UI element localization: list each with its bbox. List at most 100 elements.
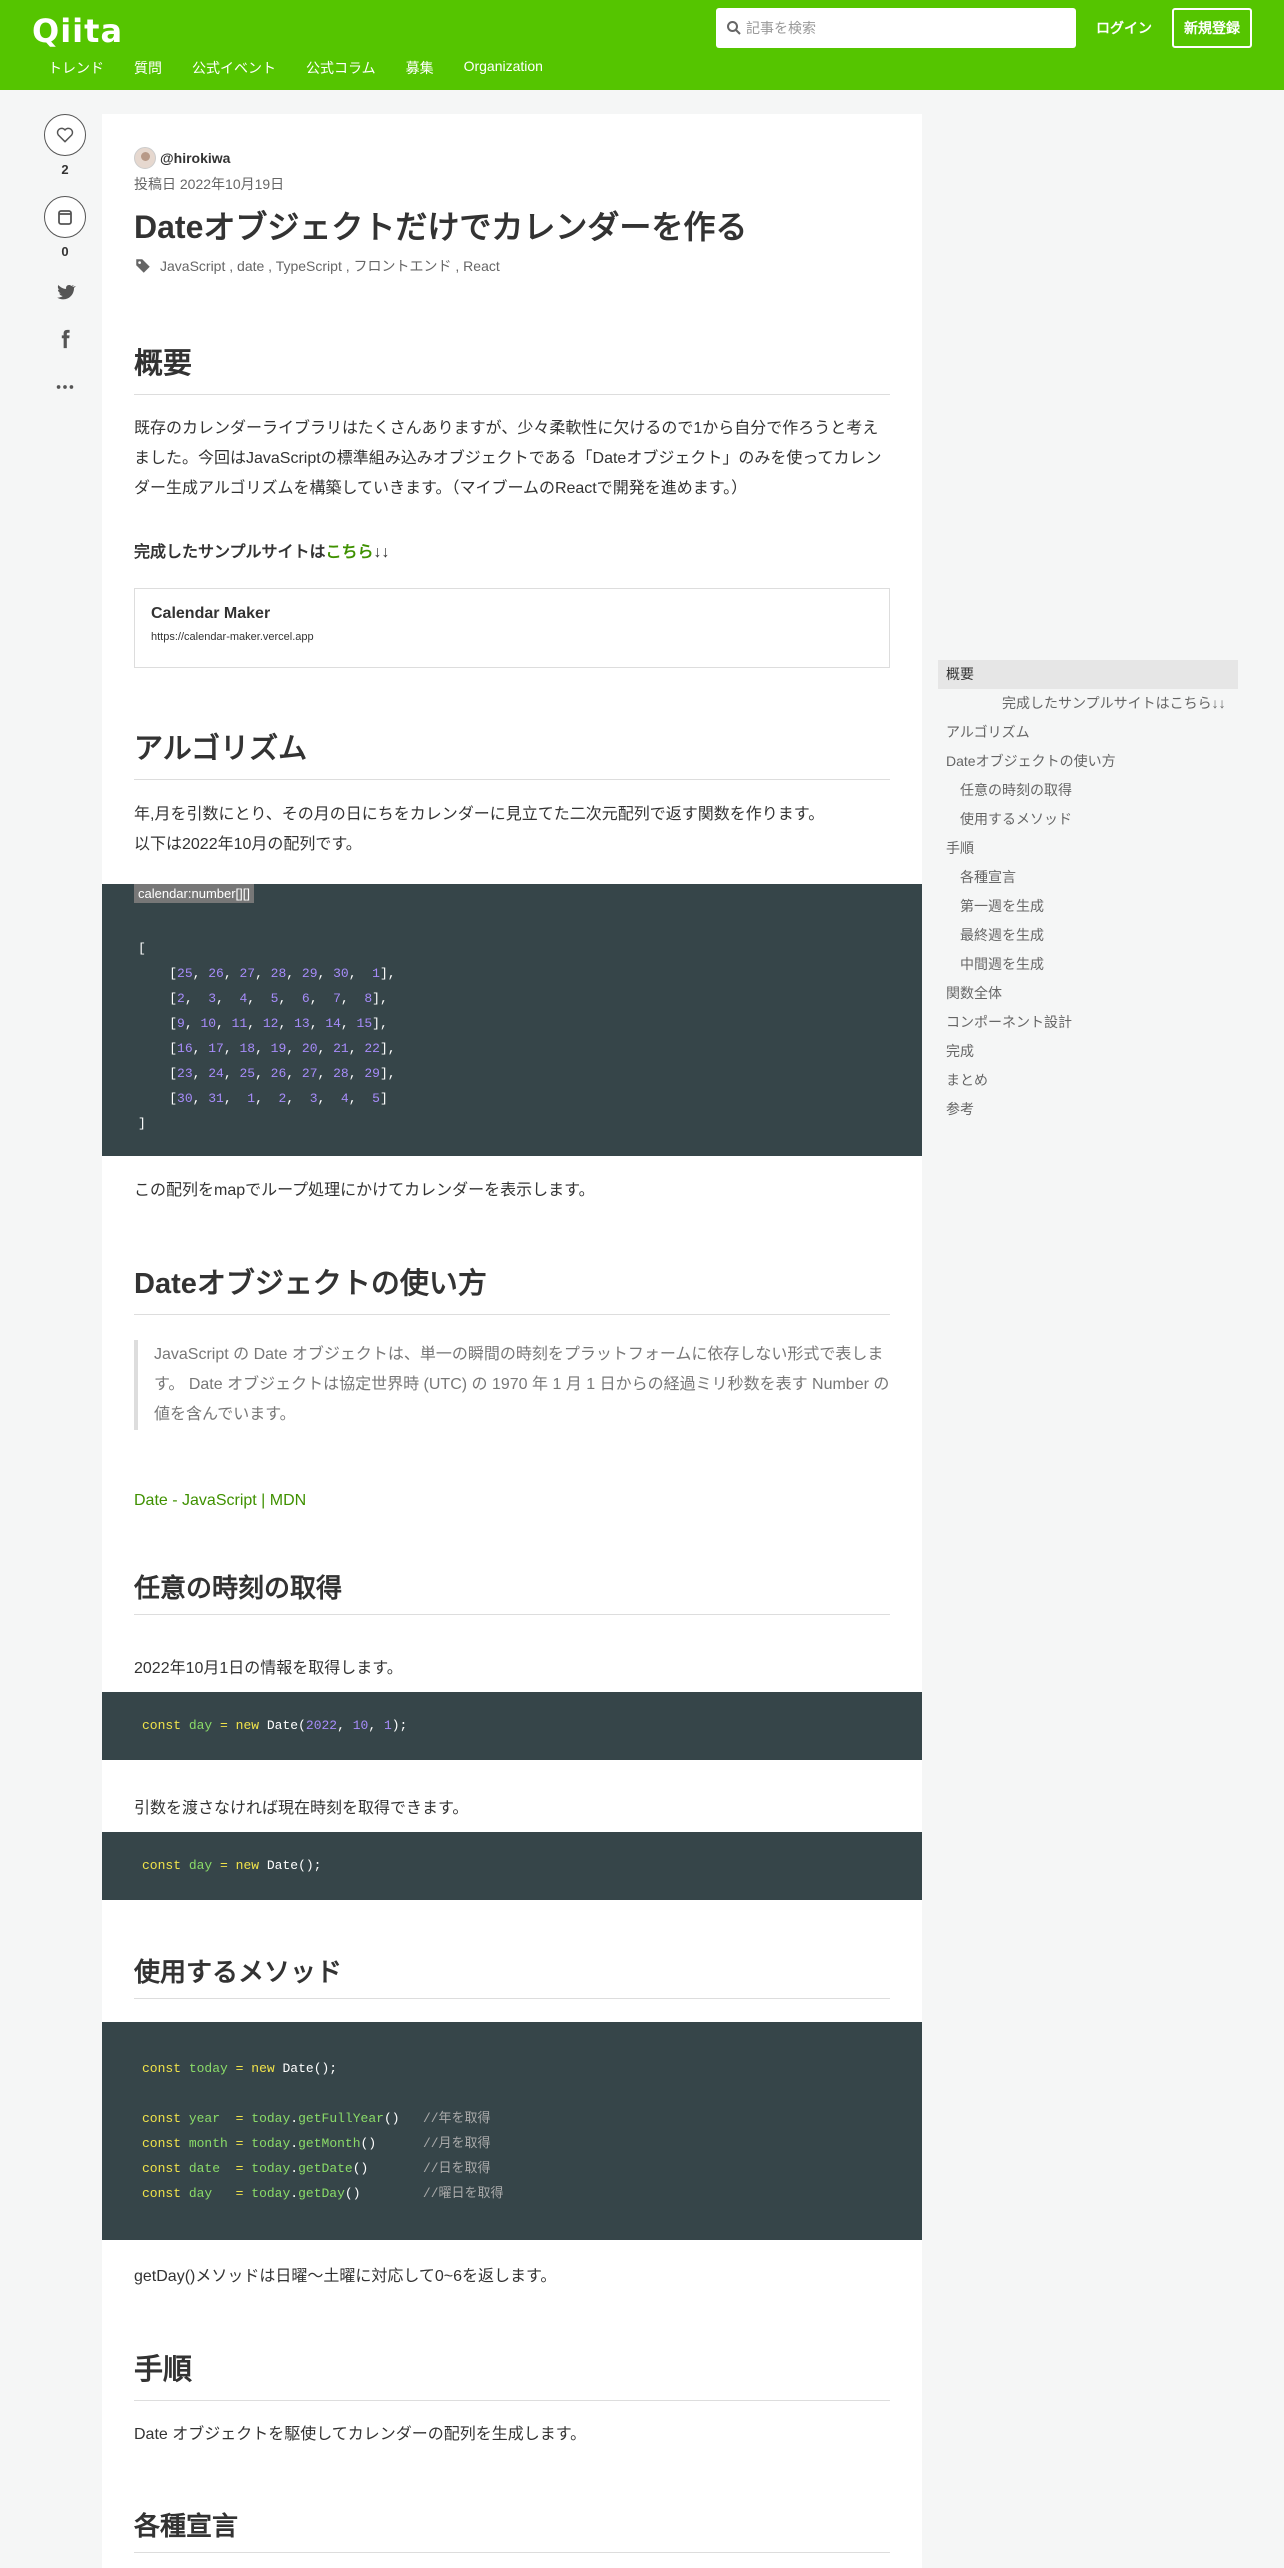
calendar-day-value: 25 bbox=[239, 1066, 256, 1081]
toc-item[interactable]: 使用するメソッド bbox=[938, 805, 1238, 834]
code-line: const month = today.getMonth() //月を取得 bbox=[142, 2136, 491, 2151]
sample-prefix: 完成したサンプルサイトは bbox=[134, 544, 326, 561]
calendar-day-value: 13 bbox=[294, 1016, 310, 1031]
tags-text[interactable]: JavaScript , date , TypeScript , フロントエンド… bbox=[160, 256, 500, 276]
like-button[interactable] bbox=[44, 114, 86, 156]
calendar-day-value: 21 bbox=[333, 1041, 349, 1056]
calendar-day-value: 4 bbox=[340, 1091, 349, 1106]
calendar-day-value: 27 bbox=[301, 1066, 318, 1081]
calendar-day-value: 24 bbox=[208, 1066, 224, 1081]
calendar-row: [16, 17, 18, 19, 20, 21, 22], bbox=[138, 1041, 396, 1056]
calendar-day-value: 19 bbox=[270, 1041, 287, 1056]
toc-item[interactable]: 中間週を生成 bbox=[938, 950, 1238, 979]
toc-item[interactable]: 完成 bbox=[938, 1037, 1238, 1066]
code-line: const date = today.getDate() //日を取得 bbox=[142, 2161, 491, 2176]
code-line: ] bbox=[138, 1116, 146, 1131]
heading-overview: 概要 bbox=[134, 344, 890, 395]
heart-icon bbox=[56, 127, 74, 143]
toc-item[interactable]: 参考 bbox=[938, 1095, 1238, 1124]
toc-item[interactable]: 最終週を生成 bbox=[938, 921, 1238, 950]
heading-anytime: 任意の時刻の取得 bbox=[134, 1570, 890, 1615]
calendar-day-value: 25 bbox=[177, 966, 193, 981]
mdn-link[interactable]: Date - JavaScript | MDN bbox=[134, 1492, 306, 1509]
comment-month: //月を取得 bbox=[422, 2136, 491, 2151]
nav-trend[interactable]: トレンド bbox=[48, 58, 104, 78]
toc-item[interactable]: 第一週を生成 bbox=[938, 892, 1238, 921]
card-url: https://calendar-maker.vercel.app bbox=[151, 631, 314, 643]
calendar-day-value: 28 bbox=[270, 966, 287, 981]
nav-questions[interactable]: 質問 bbox=[134, 58, 162, 78]
calendar-day-value: 23 bbox=[177, 1066, 193, 1081]
calendar-day-value: 9 bbox=[177, 1016, 185, 1031]
author-name[interactable]: @hirokiwa bbox=[160, 150, 230, 166]
card-title: Calendar Maker bbox=[151, 605, 271, 622]
link-card[interactable]: Calendar Maker https://calendar-maker.ve… bbox=[134, 588, 890, 668]
code-filename: calendar:number[][] bbox=[134, 884, 255, 903]
nav-official-events[interactable]: 公式イベント bbox=[192, 58, 276, 78]
getday-paragraph: getDay()メソッドは日曜〜土曜に対応して0~6を返します。 bbox=[134, 2268, 557, 2285]
calendar-day-value: 26 bbox=[270, 1066, 287, 1081]
calendar-day-value: 11 bbox=[231, 1016, 248, 1031]
comment-year: //年を取得 bbox=[422, 2111, 491, 2126]
stock-button[interactable] bbox=[44, 196, 86, 238]
author-info[interactable]: @hirokiwa bbox=[134, 146, 890, 170]
tag-icon bbox=[136, 259, 150, 273]
calendar-day-value: 3 bbox=[309, 1091, 318, 1106]
code-line: const day = new Date(2022, 10, 1); bbox=[142, 1718, 408, 1733]
calendar-day-value: 30 bbox=[333, 966, 349, 981]
calendar-row: [9, 10, 11, 12, 13, 14, 15], bbox=[138, 1016, 388, 1031]
anytime-paragraph: 2022年10月1日の情報を取得します。 bbox=[134, 1660, 403, 1677]
code-line: const day = new Date(); bbox=[142, 1858, 322, 1873]
heading-declarations: 各種宣言 bbox=[134, 2508, 890, 2553]
table-of-contents: 概要 完成したサンプルサイトはこちら↓↓ アルゴリズム Dateオブジェクトの使… bbox=[938, 660, 1238, 1124]
toc-item[interactable]: アルゴリズム bbox=[938, 718, 1238, 747]
toc-item[interactable]: 関数全体 bbox=[938, 979, 1238, 1008]
calendar-day-value: 18 bbox=[239, 1041, 256, 1056]
avatar bbox=[134, 147, 156, 169]
toc-item[interactable]: 概要 bbox=[938, 660, 1238, 689]
more-icon[interactable] bbox=[54, 376, 76, 398]
posted-date: 投稿日 2022年10月19日 bbox=[134, 176, 285, 192]
calendar-day-value: 17 bbox=[208, 1041, 224, 1056]
search-input[interactable] bbox=[746, 8, 1066, 48]
calendar-day-value: 3 bbox=[208, 991, 217, 1006]
calendar-row: [2, 3, 4, 5, 6, 7, 8], bbox=[138, 991, 388, 1006]
toc-item[interactable]: 手順 bbox=[938, 834, 1238, 863]
calendar-day-value: 28 bbox=[333, 1066, 349, 1081]
nav-recruit[interactable]: 募集 bbox=[406, 58, 434, 78]
toc-item[interactable]: 各種宣言 bbox=[938, 863, 1238, 892]
toc-item[interactable]: まとめ bbox=[938, 1066, 1238, 1095]
article: @hirokiwa 投稿日 2022年10月19日 Dateオブジェクトだけでカ… bbox=[102, 114, 922, 2568]
global-nav: トレンド 質問 公式イベント 公式コラム 募集 Organization bbox=[48, 58, 573, 78]
toc-item[interactable]: 完成したサンプルサイトはこちら↓↓ bbox=[938, 689, 1238, 718]
now-paragraph: 引数を渡さなければ現在時刻を取得できます。 bbox=[134, 1800, 469, 1817]
search-box[interactable] bbox=[716, 8, 1076, 48]
calendar-day-value: 8 bbox=[364, 991, 373, 1006]
calendar-day-value: 10 bbox=[200, 1016, 217, 1031]
calendar-day-value: 7 bbox=[333, 991, 341, 1006]
code-line: const year = today.getFullYear() //年を取得 bbox=[142, 2111, 491, 2126]
sample-site-link[interactable]: こちら bbox=[326, 544, 374, 561]
overview-paragraph: 既存のカレンダーライブラリはたくさんありますが、少々柔軟性に欠けるので1から自分… bbox=[134, 420, 882, 497]
nav-organization[interactable]: Organization bbox=[464, 58, 543, 78]
qiita-logo[interactable]: Qiita bbox=[32, 12, 123, 50]
nav-official-columns[interactable]: 公式コラム bbox=[306, 58, 376, 78]
facebook-icon[interactable] bbox=[54, 328, 76, 350]
map-paragraph: この配列をmapでループ処理にかけてカレンダーを表示します。 bbox=[134, 1182, 595, 1199]
toc-item[interactable]: Dateオブジェクトの使い方 bbox=[938, 747, 1238, 776]
calendar-day-value: 14 bbox=[325, 1016, 341, 1031]
calendar-day-value: 1 bbox=[247, 1091, 256, 1106]
algorithm-paragraph-1: 年,月を引数にとり、その月の日にちをカレンダーに見立てた二次元配列で返す関数を作… bbox=[134, 806, 825, 823]
code-block-methods: const today = new Date(); const year = t… bbox=[102, 2022, 922, 2240]
login-link[interactable]: ログイン bbox=[1096, 18, 1152, 38]
toc-item[interactable]: コンポーネント設計 bbox=[938, 1008, 1238, 1037]
calendar-day-value: 29 bbox=[301, 966, 318, 981]
toc-item[interactable]: 任意の時刻の取得 bbox=[938, 776, 1238, 805]
sample-suffix: ↓↓ bbox=[373, 544, 390, 561]
twitter-icon[interactable] bbox=[54, 281, 76, 303]
comment-day: //曜日を取得 bbox=[422, 2186, 504, 2201]
calendar-row: [30, 31, 1, 2, 3, 4, 5] bbox=[138, 1091, 388, 1106]
heading-date-object: Dateオブジェクトの使い方 bbox=[134, 1264, 890, 1315]
code-line: [ bbox=[138, 941, 146, 956]
signup-button[interactable]: 新規登録 bbox=[1172, 8, 1252, 48]
